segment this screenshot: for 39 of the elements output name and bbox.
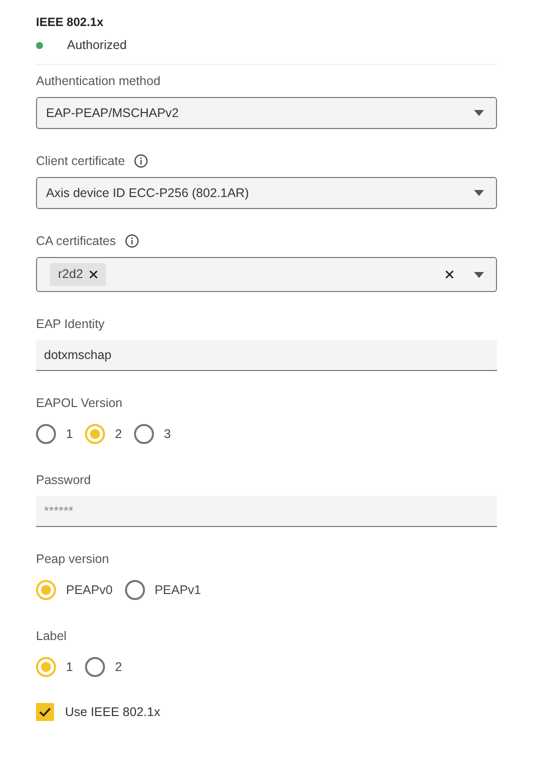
checkbox[interactable] bbox=[36, 703, 54, 722]
radio-button[interactable] bbox=[124, 580, 145, 600]
info-icon[interactable] bbox=[124, 234, 139, 248]
caret-icon bbox=[474, 190, 484, 196]
field-label: Password bbox=[36, 472, 91, 489]
multi-select-field[interactable]: r2d2 bbox=[36, 257, 497, 292]
input-field[interactable]: dotxmschap bbox=[36, 340, 497, 371]
radio-button[interactable] bbox=[84, 657, 105, 677]
field-label: Peap version bbox=[36, 550, 109, 568]
clear-icon[interactable] bbox=[445, 270, 454, 279]
radio-button[interactable] bbox=[36, 580, 56, 600]
field-label: CA certificates bbox=[36, 232, 116, 250]
field-label: Label bbox=[36, 628, 67, 645]
checkbox-label: Use IEEE 802.1x bbox=[65, 704, 160, 721]
field-label: Client certificate bbox=[36, 152, 125, 170]
radio-button[interactable] bbox=[36, 657, 56, 677]
dropdown[interactable]: EAP-PEAP/MSCHAPv2 bbox=[36, 97, 497, 129]
info-icon[interactable] bbox=[134, 154, 148, 168]
caret-icon bbox=[474, 272, 484, 278]
caret-icon bbox=[474, 110, 484, 116]
remove-icon[interactable] bbox=[89, 270, 98, 279]
input-field[interactable]: ****** bbox=[36, 496, 497, 527]
field-label: EAP Identity bbox=[36, 316, 105, 333]
radio-button[interactable] bbox=[134, 424, 154, 444]
option-label: 1 bbox=[66, 658, 73, 676]
field-label: Authentication method bbox=[36, 72, 160, 90]
field-label: EAPOL Version bbox=[36, 394, 122, 412]
section-title: IEEE 802.1x bbox=[36, 14, 104, 30]
radio-button[interactable] bbox=[84, 424, 105, 444]
option-label: PEAPv1 bbox=[154, 582, 202, 599]
radio-button[interactable] bbox=[36, 424, 56, 444]
certificate-chip[interactable]: r2d2 bbox=[50, 263, 106, 286]
option-label: 3 bbox=[164, 426, 171, 443]
option-label: PEAPv0 bbox=[66, 582, 113, 599]
option-label: 2 bbox=[114, 658, 122, 676]
option-label: 1 bbox=[66, 426, 73, 443]
option-label: 2 bbox=[114, 426, 122, 443]
status-text: Authorized bbox=[67, 36, 127, 54]
dropdown[interactable]: Axis device ID ECC-P256 (802.1AR) bbox=[36, 177, 497, 209]
